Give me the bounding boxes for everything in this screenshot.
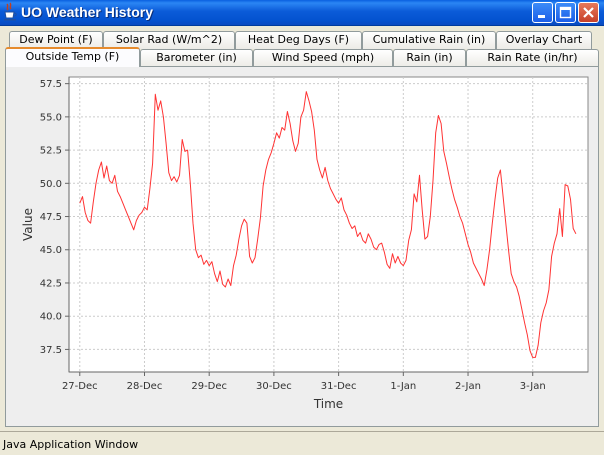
tab-rain-rate[interactable]: Rain Rate (in/hr) [466, 49, 599, 67]
plot-area [68, 76, 589, 373]
minimize-button[interactable] [532, 2, 553, 23]
x-tick-label: 31-Dec [321, 381, 357, 392]
minimize-icon [538, 15, 545, 18]
y-tick-label: 50.0 [40, 179, 62, 190]
x-tick-label: 30-Dec [256, 381, 292, 392]
maximize-icon [559, 6, 572, 19]
y-tick-label: 37.5 [40, 345, 62, 356]
y-tick-label: 40.0 [40, 312, 62, 323]
x-tick-label: 3-Jan [520, 381, 546, 392]
tab-outside-temp[interactable]: Outside Temp (F) [5, 47, 140, 67]
y-tick-label: 55.0 [40, 112, 62, 123]
window-title: UO Weather History [21, 4, 153, 20]
status-bar: Java Application Window [0, 431, 604, 455]
app-window: UO Weather History Dew Point (F) Solar R… [0, 0, 604, 455]
x-tick-label: 28-Dec [127, 381, 163, 392]
y-tick-label: 42.5 [40, 278, 62, 289]
x-tick-label: 1-Jan [390, 381, 416, 392]
y-tick-label: 57.5 [40, 79, 62, 90]
chart-panel: 27-Dec 28-Dec 29-Dec 30-Dec 31-Dec 1-Jan 2-Jan… [5, 66, 599, 427]
tab-rain[interactable]: Rain (in) [393, 49, 466, 67]
y-axis-label: Value [21, 208, 35, 241]
tab-overlay-chart[interactable]: Overlay Chart [496, 31, 592, 49]
y-tick-label: 52.5 [40, 146, 62, 157]
close-button[interactable] [578, 2, 599, 23]
maximize-button[interactable] [555, 2, 576, 23]
tab-barometer[interactable]: Barometer (in) [140, 49, 253, 67]
x-tick-label: 29-Dec [191, 381, 227, 392]
x-tick-label: 2-Jan [455, 381, 481, 392]
x-axis-label: Time [313, 397, 343, 411]
tab-cumulative-rain[interactable]: Cumulative Rain (in) [362, 31, 496, 49]
x-tick-label: 27-Dec [62, 381, 98, 392]
tab-heat-deg-days[interactable]: Heat Deg Days (F) [235, 31, 362, 49]
tab-row-2: Outside Temp (F) Barometer (in) Wind Spe… [0, 47, 604, 67]
y-tick-label: 45.0 [40, 245, 62, 256]
status-text: Java Application Window [3, 438, 139, 451]
y-tick-label: 47.5 [40, 212, 62, 223]
close-icon [583, 7, 594, 18]
temperature-chart[interactable]: 27-Dec 28-Dec 29-Dec 30-Dec 31-Dec 1-Jan 2-Jan… [6, 67, 598, 426]
java-cup-icon [4, 2, 17, 21]
title-bar[interactable]: UO Weather History [0, 0, 604, 26]
tab-wind-speed[interactable]: Wind Speed (mph) [253, 49, 393, 67]
